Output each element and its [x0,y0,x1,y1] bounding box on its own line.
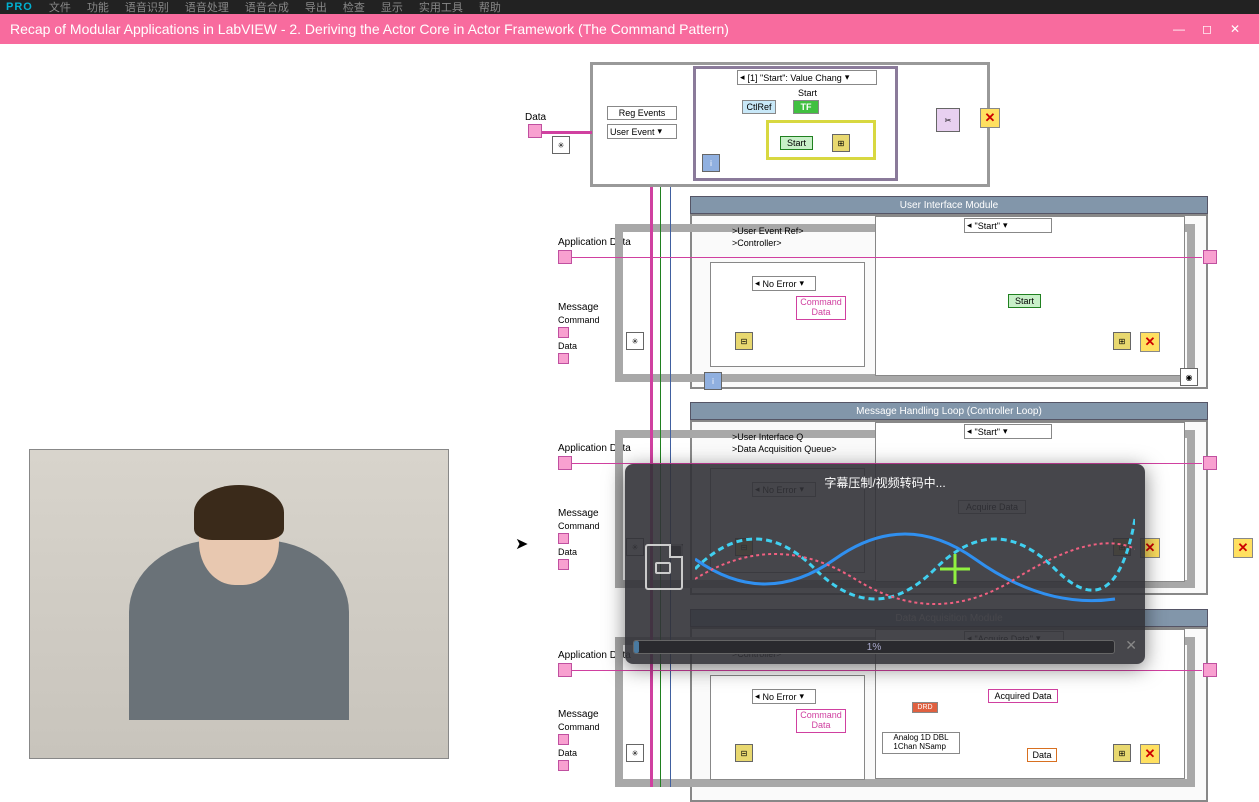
ui-queue-label: >User Interface Q [732,432,803,442]
command-label-2: Command [558,521,600,531]
stop-terminal-1: ✕ [980,108,1000,128]
no-error-selector-3[interactable]: No Error [752,689,816,704]
mhl-out-terminal [1203,456,1217,470]
data-field-term-2 [558,559,569,570]
ui-enqueue-right: ⊞ [1113,332,1131,350]
message-label-1: Message [558,302,599,313]
command-data-box-1: Command Data [796,296,846,320]
message-label-2: Message [558,508,599,519]
camera-glyph [655,562,671,574]
data-field-label-2: Data [558,547,577,557]
command-label-3: Command [558,722,600,732]
enqueue-node: ⊞ [832,134,850,152]
message-label-3: Message [558,709,599,720]
daq-enqueue-right: ⊞ [1113,744,1131,762]
video-file-icon [645,544,683,590]
event-case-selector[interactable]: [1] "Start": Value Chang [737,70,877,85]
info-icon: i [702,154,720,172]
menu-help[interactable]: 帮助 [479,0,501,15]
menu-display[interactable]: 显示 [381,0,403,15]
overlay-message: 字幕压制/视频转码中... [625,474,1145,491]
user-event-dropdown[interactable]: User Event [607,124,677,139]
info-icon-2: i [704,372,722,390]
analog-text: Analog 1D DBL 1Chan NSamp [893,734,948,752]
transcoding-overlay: 字幕压制/视频转码中... 1% ✕ [625,464,1145,664]
window-minimize-button[interactable]: — [1165,19,1193,39]
reg-events-box: Reg Events [607,106,677,120]
case-start-selector[interactable]: "Start" [964,218,1052,233]
command-data-text-1: Command Data [800,297,842,317]
video-content: Data ✳ Reg Events User Event [1] "Start"… [0,44,1259,787]
start-label: Start [798,88,817,98]
wire-pink-1 [542,131,592,134]
data-terminal [528,124,542,138]
data-out-box: Data [1027,748,1057,762]
daq-unbundle: ⊟ [735,744,753,762]
wire-pink-h3 [572,670,1202,671]
presenter-hair [194,485,284,540]
command-data-box-3: Command Data [796,709,846,733]
ui-module-header: User Interface Module [690,196,1208,214]
ui-dequeue-node: ✳ [626,332,644,350]
menu-tools[interactable]: 实用工具 [419,0,463,15]
data-field-label-1: Data [558,341,577,351]
waveform-graphic [695,499,1135,629]
wire-pink-h1 [572,257,1202,258]
mhl-header: Message Handling Loop (Controller Loop) [690,402,1208,420]
data-label: Data [525,112,546,123]
menu-file[interactable]: 文件 [49,0,71,15]
command-label-1: Command [558,315,600,325]
progress-percentage: 1% [634,641,1114,653]
start-bool: TF [793,100,819,114]
analog-1d-dbl: Analog 1D DBL 1Chan NSamp [882,732,960,754]
presenter-webcam [29,449,449,759]
case-start-selector-2[interactable]: "Start" [964,424,1052,439]
app-data-terminal-2 [558,456,572,470]
daq-queue-label: >Data Acquisition Queue> [732,444,837,454]
app-data-terminal-3 [558,663,572,677]
command-term-2 [558,533,569,544]
window-close-button[interactable]: ✕ [1221,19,1249,39]
start-constant: Start [1008,294,1041,308]
drd-node: DRD [912,702,938,713]
controller-label-1: >Controller> [732,238,782,248]
menu-tts[interactable]: 语音合成 [245,0,289,15]
transcode-progress-bar: 1% [633,640,1115,654]
window-maximize-button[interactable]: ◻ [1193,19,1221,39]
app-menubar: PRO 文件 功能 语音识别 语音处理 语音合成 导出 检查 显示 实用工具 帮… [0,0,1259,14]
bundle-node: ✳ [552,136,570,154]
presenter-head-group [179,490,299,630]
menu-asr[interactable]: 语音识别 [125,0,169,15]
menu-export[interactable]: 导出 [305,0,327,15]
ui-unbundle-1: ⊟ [735,332,753,350]
ctlref-box: CtlRef [742,100,776,114]
command-data-text-3: Command Data [800,710,842,730]
stop-terminal-4: ✕ [1140,744,1160,764]
command-term-1 [558,327,569,338]
user-event-ref-label: >User Event Ref> [732,226,804,236]
acquired-data-label: Acquired Data [988,689,1058,703]
menu-audio-proc[interactable]: 语音处理 [185,0,229,15]
menu-function[interactable]: 功能 [87,0,109,15]
command-term-3 [558,734,569,745]
labview-block-diagram: Data ✳ Reg Events User Event [1] "Start"… [480,44,1259,787]
stop-terminal-2: ✕ [1140,332,1160,352]
unreg-events-node: ✂ [936,108,960,132]
ui-out-terminal [1203,250,1217,264]
app-logo: PRO [6,1,33,13]
window-title: Recap of Modular Applications in LabVIEW… [10,21,1165,37]
data-field-label-3: Data [558,748,577,758]
stop-terminal-3b: ✕ [1233,538,1253,558]
app-data-terminal-1 [558,250,572,264]
data-field-term-1 [558,353,569,364]
window-titlebar: Recap of Modular Applications in LabVIEW… [0,14,1259,44]
start-button-node: Start [780,136,813,150]
daq-out-terminal [1203,663,1217,677]
no-error-selector-1[interactable]: No Error [752,276,816,291]
menu-check[interactable]: 检查 [343,0,365,15]
loop-cond-1: ◉ [1180,368,1198,386]
overlay-close-button[interactable]: ✕ [1125,637,1137,654]
data-field-term-3 [558,760,569,771]
daq-dequeue-node: ✳ [626,744,644,762]
